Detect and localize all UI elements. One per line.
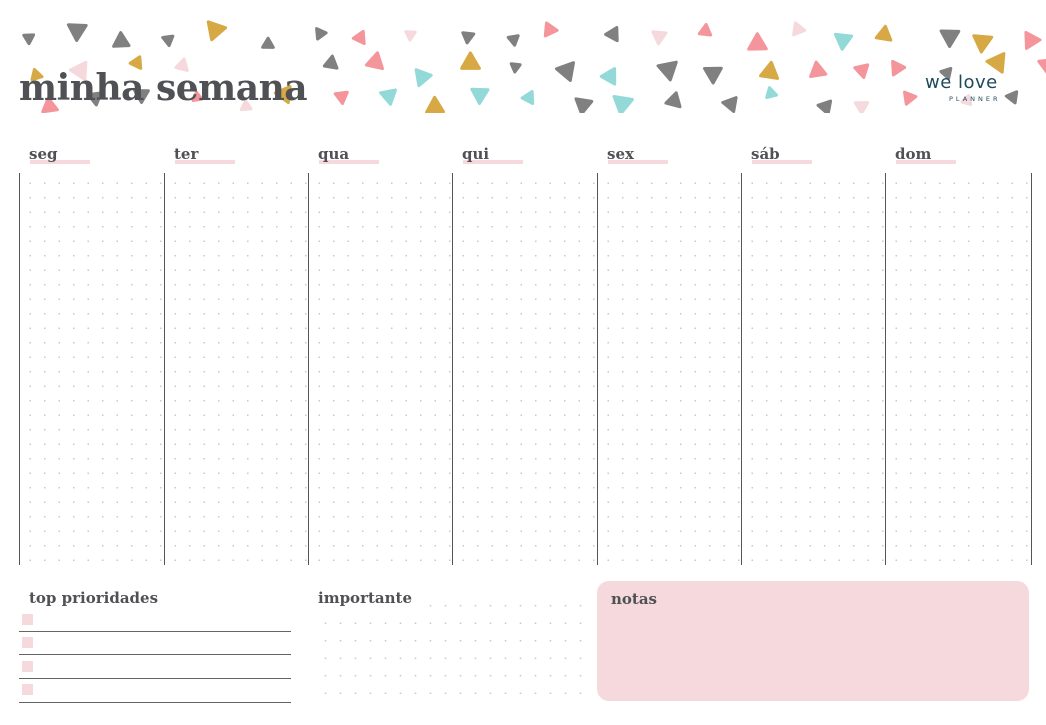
- triangle-confetti: [985, 52, 1006, 74]
- triangle-confetti: [891, 59, 907, 77]
- priority-line[interactable]: [19, 678, 291, 679]
- triangle-confetti: [315, 27, 328, 41]
- day-column-0[interactable]: [19, 173, 165, 565]
- day-column-6[interactable]: [885, 173, 1032, 565]
- triangle-confetti: [425, 95, 445, 113]
- triangle-confetti: [939, 29, 961, 48]
- triangle-confetti: [261, 36, 275, 49]
- triangle-confetti: [460, 51, 481, 70]
- triangle-confetti: [543, 21, 559, 38]
- triangle-confetti: [379, 88, 397, 106]
- priority-line[interactable]: [19, 631, 291, 632]
- day-column-3[interactable]: [452, 173, 598, 565]
- priority-line[interactable]: [19, 654, 291, 655]
- triangle-confetti: [555, 61, 575, 82]
- triangle-confetti: [656, 60, 678, 82]
- logo-subtext: PLANNER: [949, 95, 1001, 103]
- triangle-confetti: [972, 34, 994, 54]
- day-column-5[interactable]: [741, 173, 887, 565]
- day-column-2[interactable]: [308, 173, 454, 565]
- triangle-confetti: [834, 32, 854, 51]
- priority-checkbox[interactable]: [22, 684, 33, 695]
- triangle-confetti: [351, 29, 366, 45]
- day-label: qua: [318, 145, 350, 163]
- day-label: ter: [174, 145, 199, 163]
- day-column-1[interactable]: [164, 173, 310, 565]
- triangle-confetti: [161, 34, 175, 48]
- day-label: sáb: [751, 145, 780, 163]
- triangle-confetti: [792, 21, 807, 37]
- triangle-confetti: [506, 34, 520, 47]
- triangle-confetti: [22, 33, 36, 46]
- top-priorities-title: top prioridades: [29, 589, 159, 607]
- triangle-confetti: [703, 66, 723, 85]
- triangle-confetti: [322, 54, 339, 70]
- triangle-confetti: [853, 63, 870, 79]
- triangle-confetti: [461, 31, 476, 45]
- important-title: importante: [318, 589, 418, 607]
- triangle-confetti: [1037, 59, 1046, 74]
- priority-checkbox[interactable]: [22, 637, 33, 648]
- day-label: qui: [462, 145, 490, 163]
- triangle-confetti: [765, 86, 778, 99]
- triangle-confetti: [903, 90, 918, 106]
- notes-title: notas: [611, 590, 658, 608]
- notes-box[interactable]: notas: [597, 581, 1029, 701]
- triangle-confetti: [604, 26, 619, 43]
- priority-checkbox[interactable]: [22, 614, 33, 625]
- page-title: minha semana: [19, 67, 308, 109]
- logo-text: we love: [925, 72, 998, 93]
- triangle-confetti: [809, 60, 828, 78]
- triangle-confetti: [664, 91, 682, 109]
- triangle-confetti: [612, 95, 634, 113]
- triangle-confetti: [404, 30, 417, 42]
- triangle-confetti: [853, 101, 870, 113]
- priority-line[interactable]: [19, 702, 291, 703]
- triangle-confetti: [816, 99, 833, 113]
- triangle-confetti: [112, 31, 131, 48]
- triangle-confetti: [470, 87, 490, 105]
- triangle-confetti: [697, 23, 713, 37]
- triangle-confetti: [333, 90, 349, 105]
- triangle-confetti: [509, 62, 522, 74]
- triangle-confetti: [364, 51, 384, 71]
- important-dot-grid[interactable]: [318, 597, 590, 703]
- priority-checkbox[interactable]: [22, 661, 33, 672]
- day-column-4[interactable]: [597, 173, 743, 565]
- triangle-confetti: [759, 60, 780, 80]
- triangle-confetti: [520, 90, 535, 105]
- day-label: dom: [895, 145, 932, 163]
- triangle-confetti: [206, 20, 228, 42]
- we-love-planner-logo: we love PLANNER: [925, 72, 1035, 106]
- triangle-confetti: [414, 68, 433, 88]
- day-label: sex: [607, 145, 634, 163]
- triangle-confetti: [651, 30, 668, 46]
- triangle-confetti: [747, 32, 768, 51]
- day-label: seg: [29, 145, 58, 163]
- triangle-confetti: [1024, 31, 1042, 50]
- triangle-confetti: [574, 97, 594, 113]
- triangle-confetti: [599, 67, 617, 86]
- triangle-confetti: [874, 24, 893, 42]
- triangle-confetti: [721, 96, 738, 113]
- triangle-confetti: [66, 23, 88, 42]
